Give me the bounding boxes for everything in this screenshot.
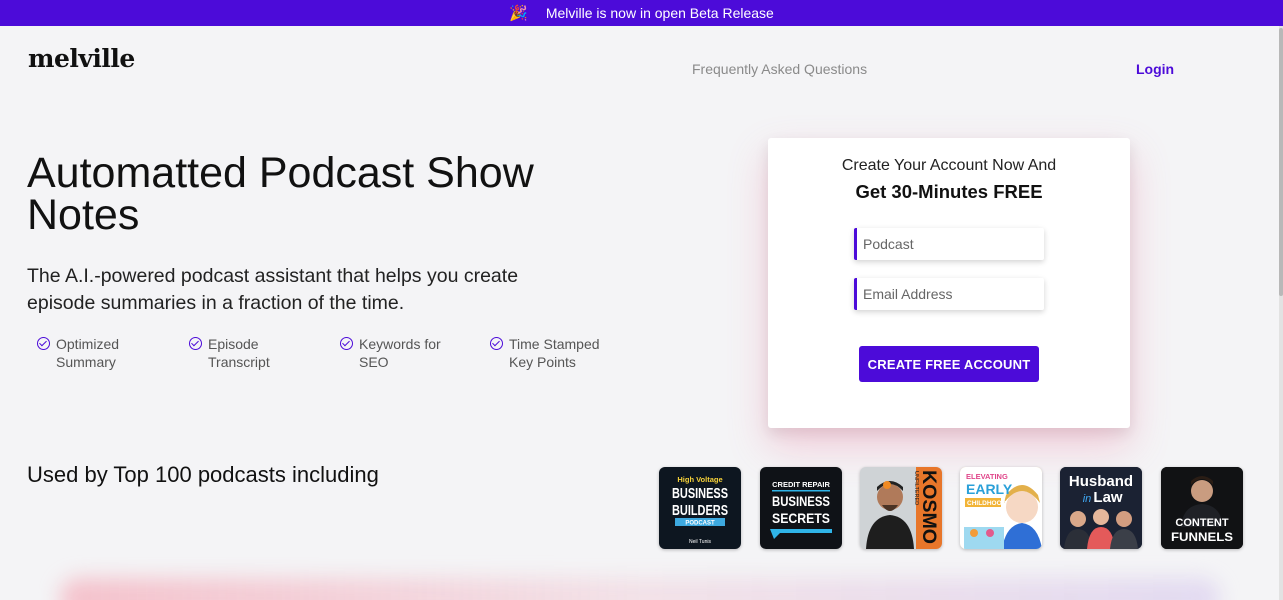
party-popper-icon: 🎉 xyxy=(509,5,528,22)
feature-item: Time Stamped Key Points xyxy=(490,335,609,371)
cover-text: CONTENT xyxy=(1175,517,1228,529)
cover-text: Law xyxy=(1093,489,1123,506)
used-by-heading: Used by Top 100 podcasts including xyxy=(27,462,379,487)
cover-text: in xyxy=(1083,493,1092,505)
cover-text: BUILDERS xyxy=(672,502,728,519)
banner-text: Melville is now in open Beta Release xyxy=(545,5,774,21)
check-circle-icon xyxy=(340,337,353,350)
signup-heading: Create Your Account Now And xyxy=(841,157,1057,174)
cover-text: PODCAST xyxy=(685,521,715,527)
podcast-input[interactable] xyxy=(854,228,1044,260)
check-circle-icon xyxy=(490,337,503,350)
cover-text: EARLY xyxy=(966,481,1013,497)
cover-text: KOSMO xyxy=(918,470,939,544)
cover-text: BUSINESS xyxy=(672,485,728,502)
page-title: Automatted Podcast Show Notes xyxy=(27,149,534,239)
feature-item: Keywords for SEO xyxy=(340,335,459,371)
faq-link[interactable]: Frequently Asked Questions xyxy=(692,61,867,77)
check-circle-icon xyxy=(37,337,50,350)
podcast-cover-business-builders[interactable]: High Voltage BUSINESS BUILDERS PODCAST N… xyxy=(659,467,741,549)
beta-banner: 🎉 Melville is now in open Beta Release xyxy=(0,0,1283,26)
create-account-button[interactable]: CREATE FREE ACCOUNT xyxy=(859,346,1039,382)
bottom-glow xyxy=(60,578,1220,600)
feature-label: Keywords for SEO xyxy=(359,336,441,370)
feature-item: Episode Transcript xyxy=(189,335,308,371)
signup-card: Create Your Account Now And Get 30-Minut… xyxy=(768,138,1130,428)
check-circle-icon xyxy=(189,337,202,350)
email-input[interactable] xyxy=(854,278,1044,310)
cover-text: CREDIT REPAIR xyxy=(772,480,830,489)
logo[interactable]: melville xyxy=(28,44,135,73)
feature-list: Optimized Summary Episode Transcript Key… xyxy=(37,335,637,375)
cover-text: ELEVATING xyxy=(966,472,1008,481)
feature-label: Time Stamped Key Points xyxy=(509,336,600,370)
podcast-cover-business-secrets[interactable]: CREDIT REPAIR BUSINESS SECRETS xyxy=(760,467,842,549)
cover-text: Neil Tunis xyxy=(689,539,711,545)
scrollbar-thumb[interactable] xyxy=(1279,28,1283,296)
hero-subtitle: The A.I.-powered podcast assistant that … xyxy=(27,265,519,314)
cover-text: Husband xyxy=(1069,473,1133,490)
signup-offer: Get 30-Minutes FREE xyxy=(855,181,1043,202)
feature-label: Optimized Summary xyxy=(56,336,120,370)
podcast-cover-content-funnels[interactable]: CONTENT FUNNELS xyxy=(1161,467,1243,549)
podcast-logos: High Voltage BUSINESS BUILDERS PODCAST N… xyxy=(659,467,1249,549)
cover-text: SECRETS xyxy=(772,510,830,526)
podcast-cover-kosmo[interactable]: UNFILTERED KOSMO xyxy=(860,467,942,549)
feature-label: Episode Transcript xyxy=(208,336,270,370)
login-link[interactable]: Login xyxy=(1136,61,1174,77)
page-scrollbar[interactable] xyxy=(1279,26,1283,600)
feature-item: Optimized Summary xyxy=(37,335,156,371)
cover-text: CHILDHOOD xyxy=(967,500,1007,507)
cover-text: High Voltage xyxy=(677,475,722,484)
podcast-cover-elevating-early-childhood[interactable]: ELEVATING EARLY CHILDHOOD xyxy=(960,467,1042,549)
podcast-cover-husband-in-law[interactable]: Husband in Law xyxy=(1060,467,1142,549)
cover-text: BUSINESS xyxy=(772,493,830,509)
cover-text: FUNNELS xyxy=(1171,530,1233,544)
